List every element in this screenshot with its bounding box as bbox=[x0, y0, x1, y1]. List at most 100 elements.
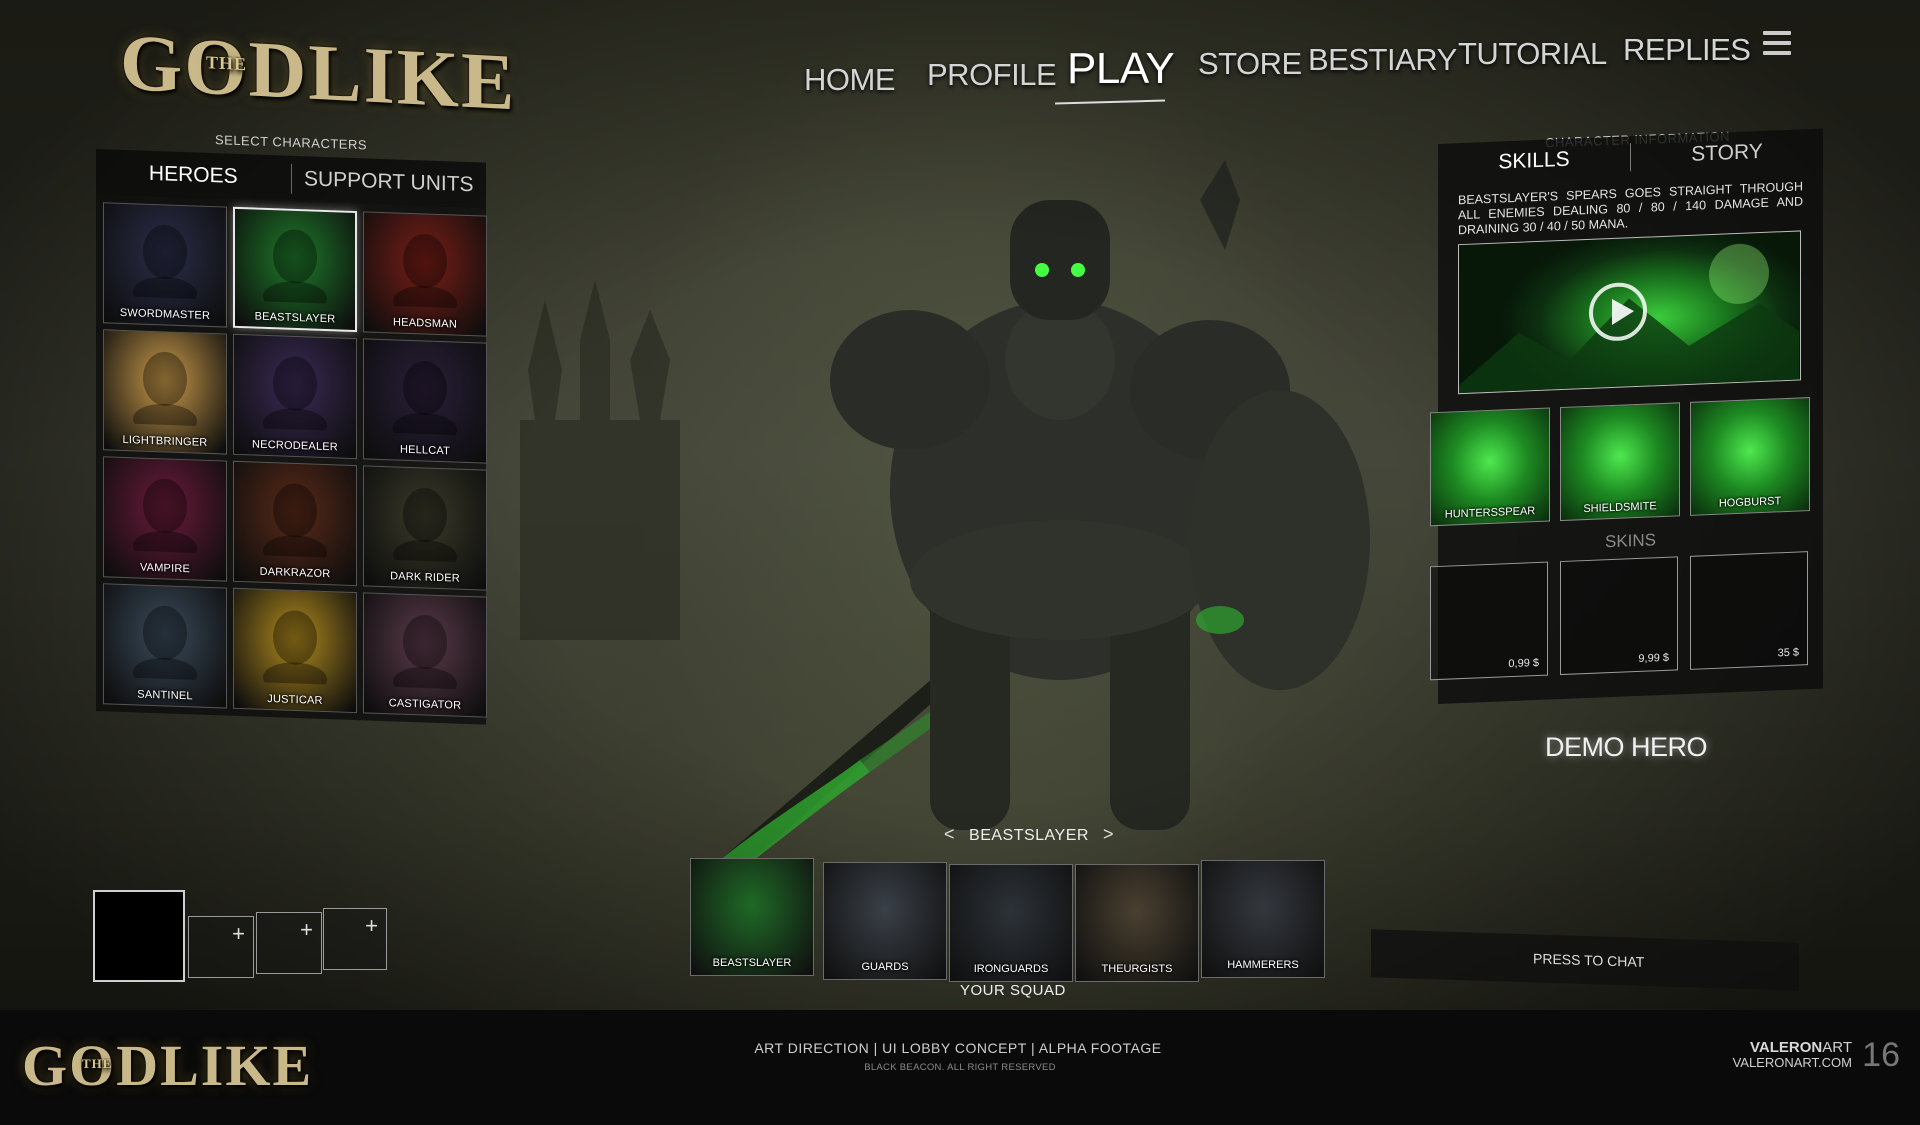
character-name: VAMPIRE bbox=[139, 561, 191, 576]
character-portrait bbox=[260, 221, 330, 314]
brand-url: VALERONART.COM bbox=[1732, 1055, 1852, 1070]
character-card[interactable]: BEASTSLAYER bbox=[233, 206, 357, 333]
brand-name-bold: VALERON bbox=[1750, 1039, 1823, 1056]
squad-selector: < BEASTSLAYER > bbox=[930, 824, 1128, 845]
squad-unit-card[interactable]: IRONGUARDS bbox=[949, 864, 1073, 982]
skins-row: 0,99 $ 9,99 $ 35 $ bbox=[1430, 551, 1808, 681]
character-portrait bbox=[390, 607, 460, 699]
character-portrait bbox=[130, 216, 200, 309]
skill-card[interactable]: SHIELDSMITE bbox=[1560, 402, 1680, 522]
nav-bestiary[interactable]: BESTIARY bbox=[1308, 42, 1457, 78]
character-info-panel: SKILLS STORY BEASTSLAYER'S SPEARS GOES S… bbox=[1430, 128, 1823, 704]
skin-card[interactable]: 0,99 $ bbox=[1430, 561, 1548, 681]
character-portrait bbox=[130, 343, 200, 436]
squad-slot-main[interactable] bbox=[93, 890, 185, 982]
character-name: LIGHTBRINGER bbox=[122, 433, 208, 449]
character-name: CASTIGATOR bbox=[388, 697, 462, 712]
your-squad-label: YOUR SQUAD bbox=[960, 982, 1066, 999]
skill-name: HUNTERSSPEAR bbox=[1444, 505, 1536, 521]
beastslayer-hero-model bbox=[720, 160, 1370, 875]
nav-active-underline bbox=[1054, 99, 1166, 105]
skill-name: SHIELDSMITE bbox=[1583, 500, 1657, 516]
squad-slot-empty[interactable]: + bbox=[256, 912, 322, 974]
character-portrait bbox=[130, 470, 200, 563]
nav-home[interactable]: HOME bbox=[804, 62, 896, 98]
skin-price: 0,99 $ bbox=[1508, 656, 1539, 671]
footer-copyright: BLACK BEACON. ALL RIGHT RESERVED bbox=[864, 1062, 1056, 1073]
squad-slot-empty[interactable]: + bbox=[188, 916, 254, 978]
hamburger-menu-icon[interactable] bbox=[1763, 31, 1791, 57]
skin-price: 9,99 $ bbox=[1638, 651, 1669, 665]
tab-skills[interactable]: SKILLS bbox=[1438, 145, 1630, 177]
character-portrait bbox=[130, 597, 200, 690]
squad-slot-empty[interactable]: + bbox=[323, 908, 387, 970]
squad-unit-name: BEASTSLAYER bbox=[712, 957, 792, 969]
character-card[interactable]: DARK RIDER bbox=[363, 465, 487, 591]
character-name: BEASTSLAYER bbox=[254, 310, 336, 326]
character-card[interactable]: LIGHTBRINGER bbox=[103, 329, 227, 455]
character-name: SANTINEL bbox=[137, 688, 193, 703]
top-navigation: HOME PROFILE PLAY STORE BESTIARY TUTORIA… bbox=[0, 0, 1920, 110]
skill-card[interactable]: HOGBURST bbox=[1690, 397, 1810, 516]
skin-card[interactable]: 9,99 $ bbox=[1560, 556, 1678, 676]
character-portrait bbox=[390, 353, 460, 445]
squad-current-name: BEASTSLAYER bbox=[969, 827, 1089, 844]
skin-price: 35 $ bbox=[1777, 646, 1799, 660]
squad-unit-name: HAMMERERS bbox=[1227, 959, 1299, 971]
nav-store[interactable]: STORE bbox=[1198, 46, 1302, 82]
skill-card[interactable]: HUNTERSSPEAR bbox=[1430, 407, 1550, 527]
character-card[interactable]: SWORDMASTER bbox=[103, 202, 227, 328]
character-name: JUSTICAR bbox=[267, 692, 323, 707]
tab-support-units[interactable]: SUPPORT UNITS bbox=[292, 167, 487, 198]
character-portrait bbox=[260, 348, 330, 441]
add-slot-plus-icon: + bbox=[365, 913, 378, 938]
add-slot-plus-icon: + bbox=[232, 921, 245, 946]
brand-name-rest: ART bbox=[1822, 1039, 1852, 1056]
skill-description: BEASTSLAYER'S SPEARS GOES STRAIGHT THROU… bbox=[1458, 179, 1803, 238]
character-card[interactable]: DARKRAZOR bbox=[233, 460, 357, 587]
squad-unit-card[interactable]: BEASTSLAYER bbox=[690, 858, 814, 976]
press-to-chat-label: PRESS TO CHAT bbox=[1533, 950, 1645, 970]
character-card[interactable]: HELLCAT bbox=[363, 338, 487, 464]
character-grid: SWORDMASTER BEASTSLAYER HEADSMAN LIGHTBRING… bbox=[96, 195, 487, 725]
character-card[interactable]: JUSTICAR bbox=[233, 587, 357, 714]
chevron-right-icon[interactable]: > bbox=[1103, 824, 1114, 844]
nav-tutorial[interactable]: TUTORIAL bbox=[1458, 36, 1607, 72]
character-portrait bbox=[390, 480, 460, 572]
skill-name: HOGBURST bbox=[1718, 495, 1782, 510]
character-card[interactable]: SANTINEL bbox=[103, 583, 227, 709]
character-card[interactable]: NECRODEALER bbox=[233, 333, 357, 460]
character-card[interactable]: HEADSMAN bbox=[363, 211, 487, 337]
character-portrait bbox=[260, 475, 330, 568]
character-card[interactable]: VAMPIRE bbox=[103, 456, 227, 582]
add-slot-plus-icon: + bbox=[300, 917, 313, 942]
squad-unit-card[interactable]: THEURGISTS bbox=[1075, 864, 1199, 982]
nav-replies[interactable]: REPLIES bbox=[1623, 32, 1751, 68]
nav-profile[interactable]: PROFILE bbox=[927, 57, 1057, 93]
demo-hero-button[interactable]: DEMO HERO bbox=[1545, 732, 1708, 763]
character-name: HELLCAT bbox=[399, 443, 451, 458]
castle-silhouette bbox=[520, 280, 680, 640]
squad-unit-name: IRONGUARDS bbox=[973, 963, 1049, 975]
footer-credit-line: ART DIRECTION | UI LOBBY CONCEPT | ALPHA… bbox=[754, 1040, 1162, 1056]
squad-unit-card[interactable]: GUARDS bbox=[823, 862, 947, 980]
squad-units-row: BEASTSLAYER GUARDS IRONGUARDS THEURGISTS HAM… bbox=[690, 858, 1325, 982]
character-name: DARKRAZOR bbox=[259, 565, 331, 581]
skin-card[interactable]: 35 $ bbox=[1690, 551, 1808, 670]
skill-video-preview[interactable] bbox=[1458, 230, 1801, 395]
squad-unit-name: THEURGISTS bbox=[1101, 963, 1173, 975]
chevron-left-icon[interactable]: < bbox=[944, 824, 955, 844]
character-name: NECRODEALER bbox=[252, 438, 338, 454]
character-name: SWORDMASTER bbox=[119, 306, 211, 322]
character-name: HEADSMAN bbox=[393, 316, 457, 331]
character-name: DARK RIDER bbox=[390, 570, 460, 585]
squad-unit-card[interactable]: HAMMERERS bbox=[1201, 860, 1325, 978]
studio-brand[interactable]: VALERONART VALERONART.COM bbox=[1733, 1040, 1852, 1070]
tab-story[interactable]: STORY bbox=[1631, 138, 1823, 170]
nav-play[interactable]: PLAY bbox=[1067, 44, 1175, 94]
character-card[interactable]: CASTIGATOR bbox=[363, 592, 487, 718]
character-portrait bbox=[260, 602, 330, 695]
tab-heroes[interactable]: HEROES bbox=[96, 160, 291, 191]
skills-row: HUNTERSSPEAR SHIELDSMITE HOGBURST bbox=[1430, 397, 1810, 527]
character-portrait bbox=[390, 226, 460, 318]
